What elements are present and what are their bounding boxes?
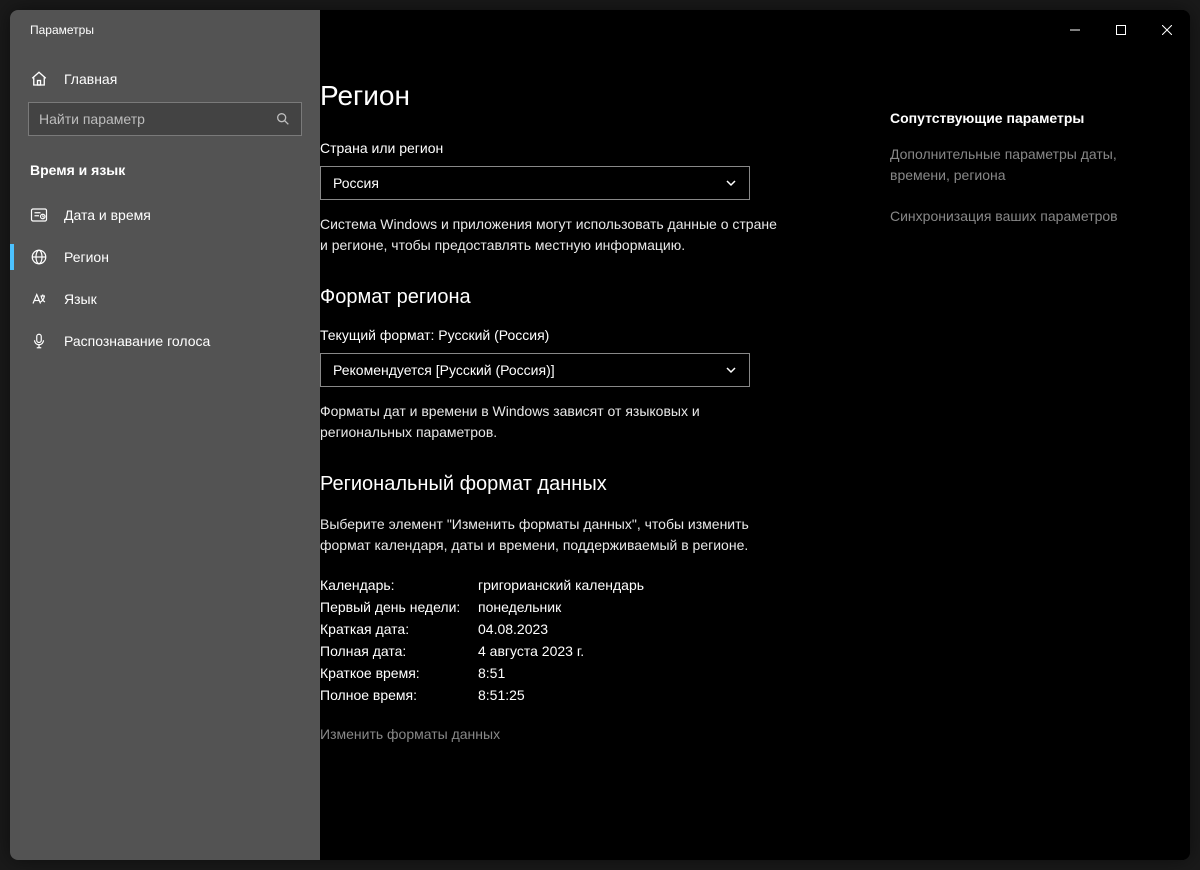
window-title: Параметры (10, 10, 320, 50)
data-title: Региональный формат данных (320, 473, 880, 496)
window-body: Главная Время и язык Дата и время (10, 50, 1190, 860)
sidebar-item-speech[interactable]: Распознавание голоса (10, 320, 320, 362)
microphone-icon (30, 332, 48, 350)
format-dropdown-value: Рекомендуется [Русский (Россия)] (333, 362, 555, 378)
format-dropdown[interactable]: Рекомендуется [Русский (Россия)] (320, 353, 750, 387)
maximize-button[interactable] (1098, 10, 1144, 50)
kv-val: 04.08.2023 (478, 621, 548, 637)
maximize-icon (1116, 25, 1126, 35)
aside-title: Сопутствующие параметры (890, 110, 1150, 126)
close-button[interactable] (1144, 10, 1190, 50)
page-title: Регион (320, 80, 880, 112)
kv-key: Полное время: (320, 687, 478, 703)
sidebar-item-datetime[interactable]: Дата и время (10, 194, 320, 236)
regional-data-table: Календарь: григорианский календарь Первы… (320, 574, 880, 706)
sidebar-item-region[interactable]: Регион (10, 236, 320, 278)
sidebar: Главная Время и язык Дата и время (10, 50, 320, 860)
country-dropdown[interactable]: Россия (320, 166, 750, 200)
search-icon (275, 111, 291, 127)
sidebar-item-label: Дата и время (64, 207, 151, 223)
kv-key: Краткая дата: (320, 621, 478, 637)
format-help: Форматы дат и времени в Windows зависят … (320, 401, 780, 443)
clock-text-icon (30, 206, 48, 224)
sidebar-item-label: Распознавание голоса (64, 333, 210, 349)
kv-key: Краткое время: (320, 665, 478, 681)
sidebar-category: Время и язык (10, 152, 320, 194)
minimize-icon (1070, 25, 1080, 35)
aside-column: Сопутствующие параметры Дополнительные п… (880, 50, 1180, 860)
home-icon (30, 70, 48, 88)
table-row: Полное время: 8:51:25 (320, 684, 880, 706)
country-label: Страна или регион (320, 140, 880, 156)
settings-window: Параметры Главная (10, 10, 1190, 860)
content-column: Регион Страна или регион Россия Система … (320, 50, 880, 860)
data-help: Выберите элемент "Изменить форматы данны… (320, 514, 780, 556)
chevron-down-icon (725, 177, 737, 189)
home-label: Главная (64, 71, 117, 87)
kv-key: Полная дата: (320, 643, 478, 659)
kv-val: 8:51 (478, 665, 505, 681)
table-row: Календарь: григорианский календарь (320, 574, 880, 596)
table-row: Первый день недели: понедельник (320, 596, 880, 618)
search-container (10, 102, 320, 152)
sidebar-item-language[interactable]: Язык (10, 278, 320, 320)
language-icon (30, 290, 48, 308)
kv-val: 4 августа 2023 г. (478, 643, 584, 659)
sidebar-nav: Дата и время Регион Язык (10, 194, 320, 362)
format-title: Формат региона (320, 286, 880, 309)
titlebar: Параметры (10, 10, 1190, 50)
change-formats-link[interactable]: Изменить форматы данных (320, 726, 880, 742)
table-row: Краткое время: 8:51 (320, 662, 880, 684)
aside-link-advanced[interactable]: Дополнительные параметры даты, времени, … (890, 144, 1150, 186)
search-input[interactable] (39, 111, 275, 127)
search-input-wrapper[interactable] (28, 102, 302, 136)
country-dropdown-value: Россия (333, 175, 379, 191)
kv-key: Календарь: (320, 577, 478, 593)
table-row: Краткая дата: 04.08.2023 (320, 618, 880, 640)
kv-val: 8:51:25 (478, 687, 525, 703)
minimize-button[interactable] (1052, 10, 1098, 50)
aside-link-sync[interactable]: Синхронизация ваших параметров (890, 206, 1150, 227)
kv-key: Первый день недели: (320, 599, 478, 615)
chevron-down-icon (725, 364, 737, 376)
current-format-label: Текущий формат: Русский (Россия) (320, 327, 880, 343)
close-icon (1162, 25, 1172, 35)
main-area: Регион Страна или регион Россия Система … (320, 50, 1190, 860)
sidebar-item-label: Язык (64, 291, 97, 307)
home-link[interactable]: Главная (10, 60, 320, 102)
sidebar-item-label: Регион (64, 249, 109, 265)
table-row: Полная дата: 4 августа 2023 г. (320, 640, 880, 662)
country-help: Система Windows и приложения могут испол… (320, 214, 780, 256)
kv-val: григорианский календарь (478, 577, 644, 593)
globe-icon (30, 248, 48, 266)
kv-val: понедельник (478, 599, 561, 615)
